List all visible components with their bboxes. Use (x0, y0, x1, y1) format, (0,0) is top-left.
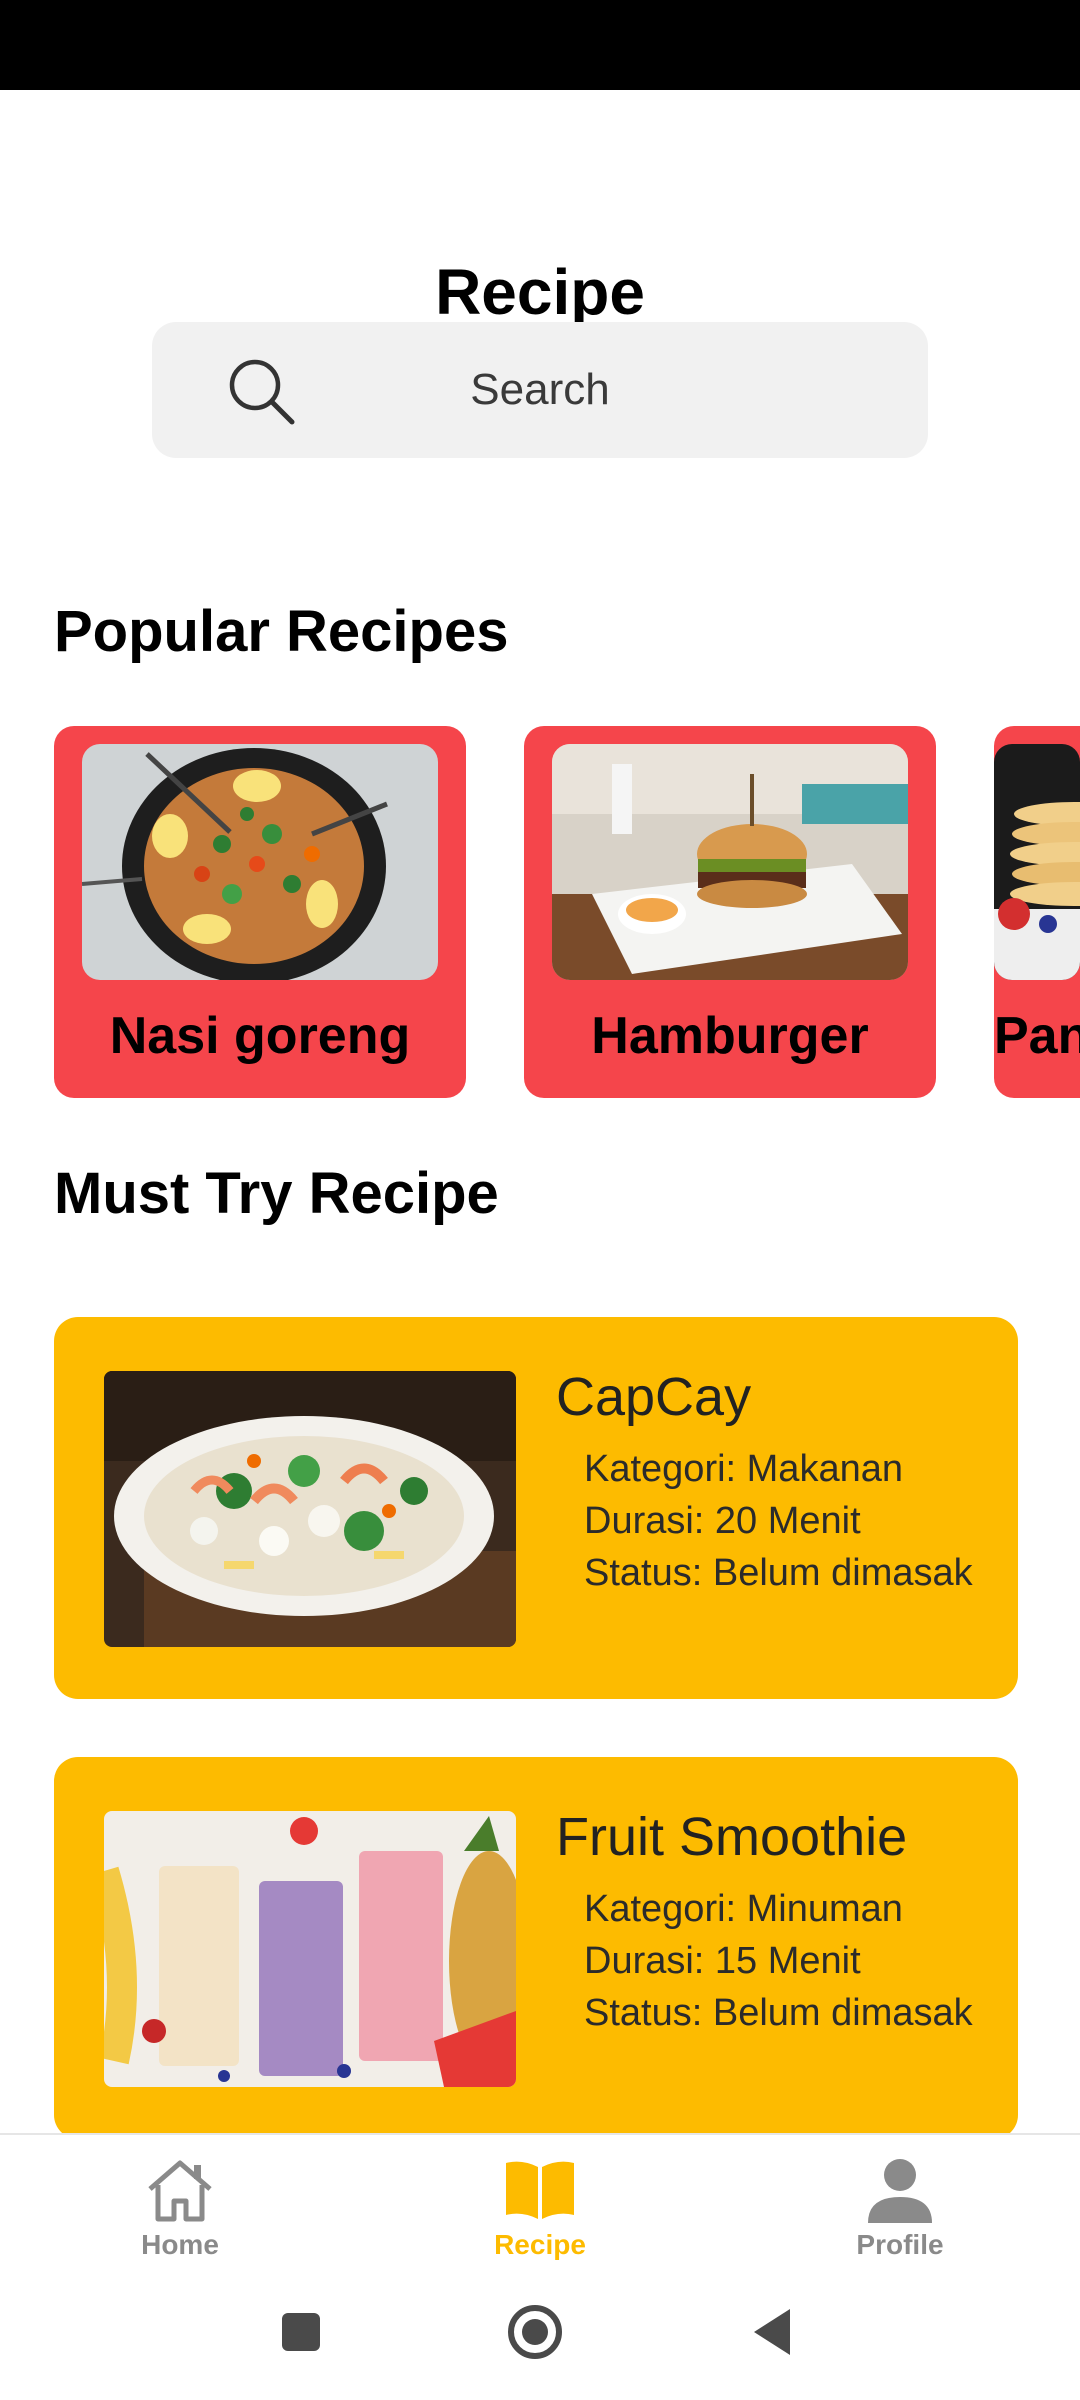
search-input[interactable]: Search (152, 322, 928, 458)
nav-item-profile[interactable]: Profile (800, 2155, 1000, 2263)
search-placeholder: Search (470, 365, 610, 414)
must-try-card-fruit-smoothie[interactable]: Fruit Smoothie Kategori: Minuman Durasi:… (54, 1757, 1018, 2139)
fruit-smoothie-image (104, 1811, 516, 2087)
popular-card-hamburger[interactable]: Hamburger (524, 726, 936, 1098)
pancake-image (994, 744, 1080, 980)
capcay-image (104, 1371, 516, 1647)
must-try-duration: Durasi: 20 Menit (584, 1500, 861, 1542)
must-try-category: Kategori: Makanan (584, 1448, 903, 1490)
recents-icon[interactable] (280, 2311, 322, 2353)
popular-recipes-carousel[interactable]: Nasi goreng Hamburger Pan (0, 726, 1080, 1098)
nasi-goreng-image (82, 744, 438, 980)
popular-card-label: Nasi goreng (109, 1007, 411, 1065)
nav-item-home[interactable]: Home (80, 2155, 280, 2263)
status-bar (0, 0, 1080, 90)
must-try-name: CapCay (556, 1367, 752, 1427)
must-try-card-capcay[interactable]: CapCay Kategori: Makanan Durasi: 20 Meni… (54, 1317, 1018, 1699)
popular-card-label: Pan (994, 1007, 1080, 1065)
popular-card-label: Hamburger (591, 1007, 869, 1065)
must-try-title: Must Try Recipe (54, 1161, 499, 1226)
book-icon (506, 2161, 574, 2219)
nav-label-profile: Profile (856, 2229, 944, 2260)
must-try-status: Status: Belum dimasak (584, 1992, 973, 2034)
must-try-category: Kategori: Minuman (584, 1888, 903, 1930)
must-try-duration: Durasi: 15 Menit (584, 1940, 861, 1982)
nav-label-recipe: Recipe (494, 2229, 586, 2260)
system-navigation-bar (0, 2269, 1080, 2400)
hamburger-image (552, 744, 908, 980)
popular-recipes-title: Popular Recipes (54, 599, 509, 664)
must-try-status: Status: Belum dimasak (584, 1552, 973, 1594)
nav-label-home: Home (141, 2229, 219, 2260)
home-circle-icon[interactable] (507, 2304, 563, 2360)
bottom-navigation: Home Recipe Profile (0, 2133, 1080, 2271)
must-try-name: Fruit Smoothie (556, 1807, 908, 1867)
popular-card-nasi-goreng[interactable]: Nasi goreng (54, 726, 466, 1098)
back-icon[interactable] (750, 2307, 794, 2357)
home-icon (148, 2160, 212, 2222)
popular-card-pancake[interactable]: Pan (994, 726, 1080, 1098)
person-icon (868, 2159, 932, 2223)
page-title: Recipe (435, 256, 645, 328)
nav-item-recipe[interactable]: Recipe (440, 2155, 640, 2263)
